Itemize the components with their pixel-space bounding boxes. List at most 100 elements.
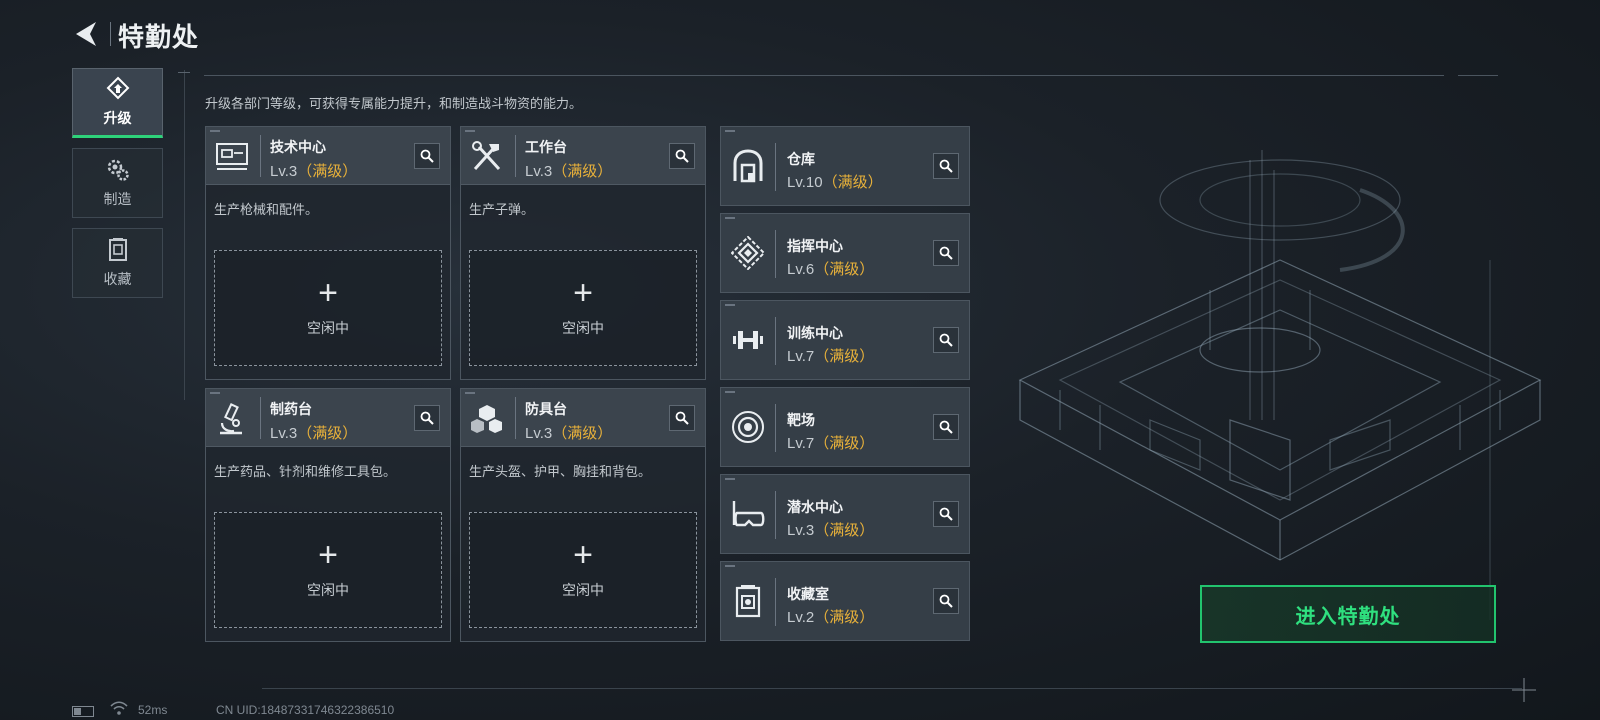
inspect-button[interactable] [933,240,959,266]
header-divider [110,22,111,46]
inspect-button[interactable] [669,405,695,431]
card-divider [515,397,516,439]
decor-top-line [204,75,1444,76]
level-value: Lv.3 [270,163,298,180]
facility-card-workbench[interactable]: 工作台 Lv.3（满级） 生产子弹。 + 空闲中 [460,126,706,380]
production-slot[interactable]: + 空闲中 [214,512,442,628]
command-center-icon [731,236,765,270]
decor-mark [725,217,735,219]
nav-tab-upgrade[interactable]: 升级 [72,68,163,138]
production-slot[interactable]: + 空闲中 [214,250,442,366]
decor-mark [725,391,735,393]
wifi-icon [110,701,128,715]
level-value: Lv.3 [787,522,815,539]
tech-center-icon [216,143,248,170]
back-arrow-icon [76,22,96,46]
nav-label-collection: 收藏 [103,271,132,287]
facility-card-warehouse[interactable]: 仓库 Lv.10（满级） [720,126,970,206]
search-icon [939,246,953,260]
page-title: 特勤处 [118,22,200,52]
inspect-button[interactable] [933,501,959,527]
facility-card-tech-center[interactable]: 技术中心 Lv.3（满级） 生产枪械和配件。 + 空闲中 [205,126,451,380]
decor-bottom-line [262,688,1522,689]
card-description: 生产药品、针剂和维修工具包。 [214,464,397,479]
dumbbell-icon [733,331,763,349]
inspect-button[interactable] [933,153,959,179]
card-title: 工作台 [525,139,567,155]
warehouse-icon [733,149,763,183]
production-slot[interactable]: + 空闲中 [469,250,697,366]
card-divider [775,143,776,191]
inspect-button[interactable] [414,143,440,169]
facility-card-collection-room[interactable]: 收藏室 Lv.2（满级） [720,561,970,641]
facility-card-command-center[interactable]: 指挥中心 Lv.6（满级） [720,213,970,293]
card-title: 训练中心 [787,325,843,341]
decor-mark [725,478,735,480]
card-divider [260,397,261,439]
slot-status: 空闲中 [307,582,349,598]
facility-card-armor-bench[interactable]: 防具台 Lv.3（满级） 生产头盔、护甲、胸挂和背包。 + 空闲中 [460,388,706,642]
card-header: 制药台 Lv.3（满级） [206,389,450,447]
card-level: Lv.10（满级） [787,171,883,192]
level-value: Lv.6 [787,261,815,278]
enter-special-ops-button[interactable]: 进入特勤处 [1200,585,1496,643]
card-level: Lv.3（满级） [525,160,612,181]
level-max-badge: （满级） [814,522,875,539]
inspect-button[interactable] [669,143,695,169]
nav-tab-craft[interactable]: 制造 [72,148,163,218]
armor-cubes-icon [471,405,502,433]
card-divider [515,135,516,177]
inspect-button[interactable] [414,405,440,431]
level-value: Lv.7 [787,435,815,452]
upgrade-icon [106,76,129,100]
card-title: 制药台 [270,401,312,417]
card-description: 生产枪械和配件。 [214,202,319,217]
ping-text: 52ms [138,703,168,717]
decor-mark [465,130,475,132]
card-title: 收藏室 [787,586,829,602]
gears-icon [107,159,129,181]
back-button[interactable] [70,18,104,50]
level-max-badge: （满级） [814,261,875,278]
diving-mask-icon [732,501,765,527]
search-icon [939,333,953,347]
level-value: Lv.3 [270,425,298,442]
inspect-button[interactable] [933,327,959,353]
level-max-badge: （满级） [814,348,875,365]
crosshair-decor-icon [1512,678,1536,702]
search-icon [939,594,953,608]
card-title: 防具台 [525,401,567,417]
battery-icon [72,706,94,717]
card-divider [775,317,776,365]
decor-mark [210,392,220,394]
collection-icon [108,238,127,261]
card-divider [775,404,776,452]
facility-card-shooting-range[interactable]: 靶场 Lv.7（满级） [720,387,970,467]
search-icon [420,411,434,425]
inspect-button[interactable] [933,414,959,440]
plus-icon: + [318,536,338,574]
level-max-badge: （满级） [552,425,613,442]
card-level: Lv.7（满级） [787,345,874,366]
inspect-button[interactable] [933,588,959,614]
decor-mark [210,130,220,132]
card-header: 工作台 Lv.3（满级） [461,127,705,185]
facility-card-training-center[interactable]: 训练中心 Lv.7（满级） [720,300,970,380]
slot-status: 空闲中 [562,320,604,336]
card-title: 指挥中心 [787,238,843,254]
search-icon [939,159,953,173]
nav-tab-collection[interactable]: 收藏 [72,228,163,298]
slot-status: 空闲中 [562,582,604,598]
production-slot[interactable]: + 空闲中 [469,512,697,628]
search-icon [939,507,953,521]
level-max-badge: （满级） [297,425,358,442]
card-level: Lv.3（满级） [270,160,357,181]
facility-card-pharmacy[interactable]: 制药台 Lv.3（满级） 生产药品、针剂和维修工具包。 + 空闲中 [205,388,451,642]
nav-label-craft: 制造 [103,191,132,207]
level-max-badge: （满级） [297,163,358,180]
plus-icon: + [573,274,593,312]
card-divider [775,491,776,539]
facility-card-diving-center[interactable]: 潜水中心 Lv.3（满级） [720,474,970,554]
card-title: 仓库 [787,151,815,167]
nav-label-upgrade: 升级 [103,110,132,126]
